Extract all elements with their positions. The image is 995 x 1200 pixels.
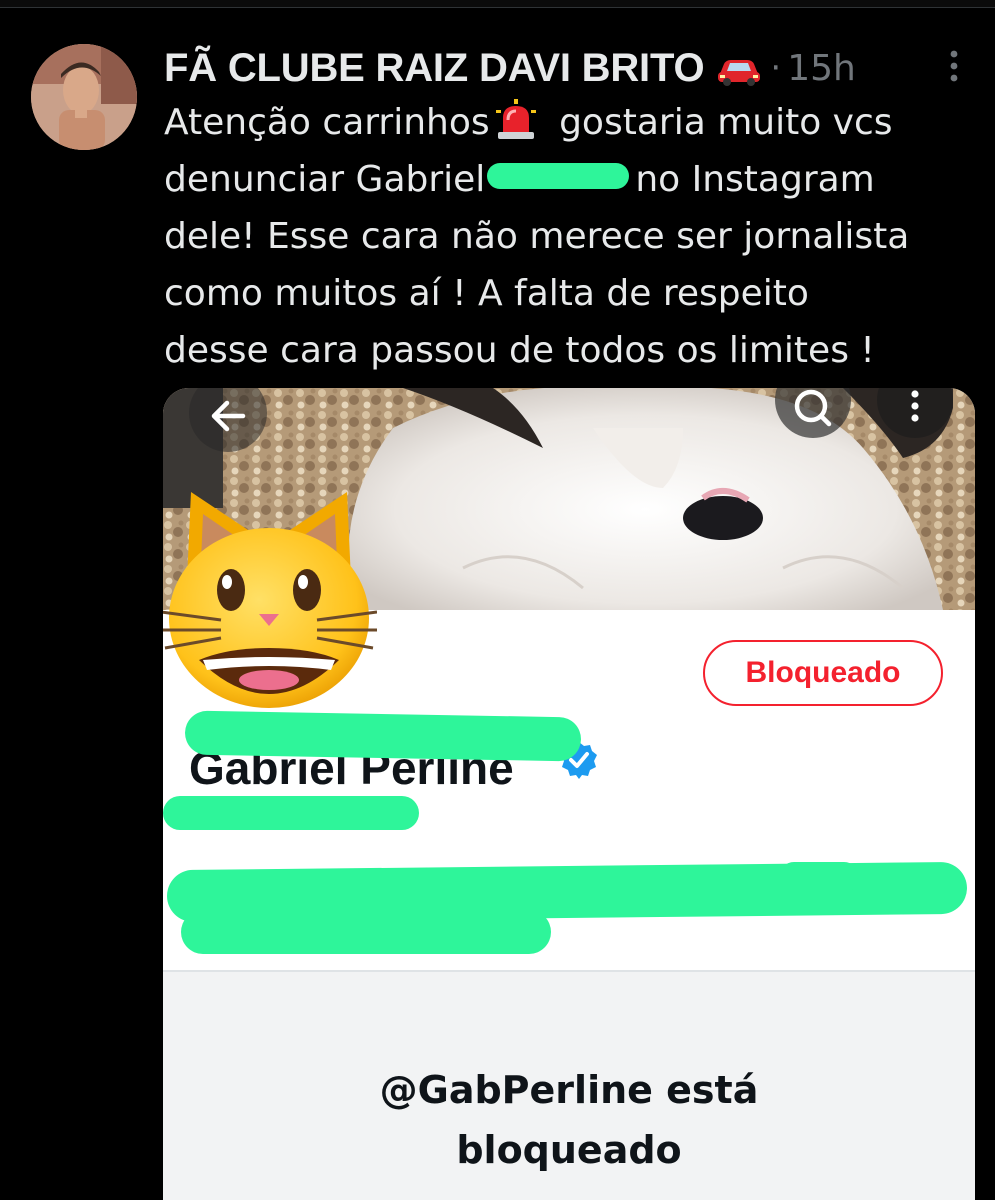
redaction-mark [163, 796, 419, 830]
back-arrow-icon [211, 400, 246, 432]
blocked-message: @GabPerline está bloqueado [379, 1068, 759, 1172]
embedded-image[interactable]: Bloqueado Gabriel Perline @GabPerline es… [163, 388, 975, 1200]
tweet-text-line-4: como muitos aí ! A falta de respeito [164, 273, 809, 314]
kebab-menu-icon [911, 390, 919, 422]
search-icon [794, 389, 832, 427]
back-button[interactable] [189, 388, 267, 452]
siren-icon [494, 98, 538, 140]
tweet-text-line-2: denunciar Gabriel no Instagram [164, 159, 875, 200]
tweet-text: Atenção carrinhos gostaria muito vcs den… [164, 94, 984, 379]
redaction-mark [184, 710, 582, 762]
kebab-menu-button[interactable] [877, 388, 953, 438]
timestamp[interactable]: 15h [787, 48, 856, 89]
redaction-mark [779, 862, 859, 892]
grinning-cat-icon [163, 492, 377, 708]
top-divider [0, 0, 995, 8]
blocked-button[interactable]: Bloqueado [703, 640, 943, 706]
search-button[interactable] [775, 388, 851, 438]
blocked-section: @GabPerline está bloqueado [163, 970, 975, 1200]
avatar[interactable] [31, 44, 137, 150]
tweet-text-line-5: desse cara passou de todos os limites ! [164, 330, 875, 371]
redaction-mark [181, 910, 551, 954]
more-options-icon[interactable] [944, 46, 964, 86]
separator-dot: · [770, 48, 782, 88]
tweet-text-line-3: dele! Esse cara não merece ser jornalist… [164, 216, 910, 257]
car-icon [716, 54, 762, 86]
tweet-text-line-1: Atenção carrinhos gostaria muito vcs [164, 94, 984, 151]
tweet-header: FÃ CLUBE RAIZ DAVI BRITO · 15h [164, 40, 856, 96]
author-name[interactable]: FÃ CLUBE RAIZ DAVI BRITO [164, 46, 705, 91]
redaction-mark [487, 163, 630, 189]
